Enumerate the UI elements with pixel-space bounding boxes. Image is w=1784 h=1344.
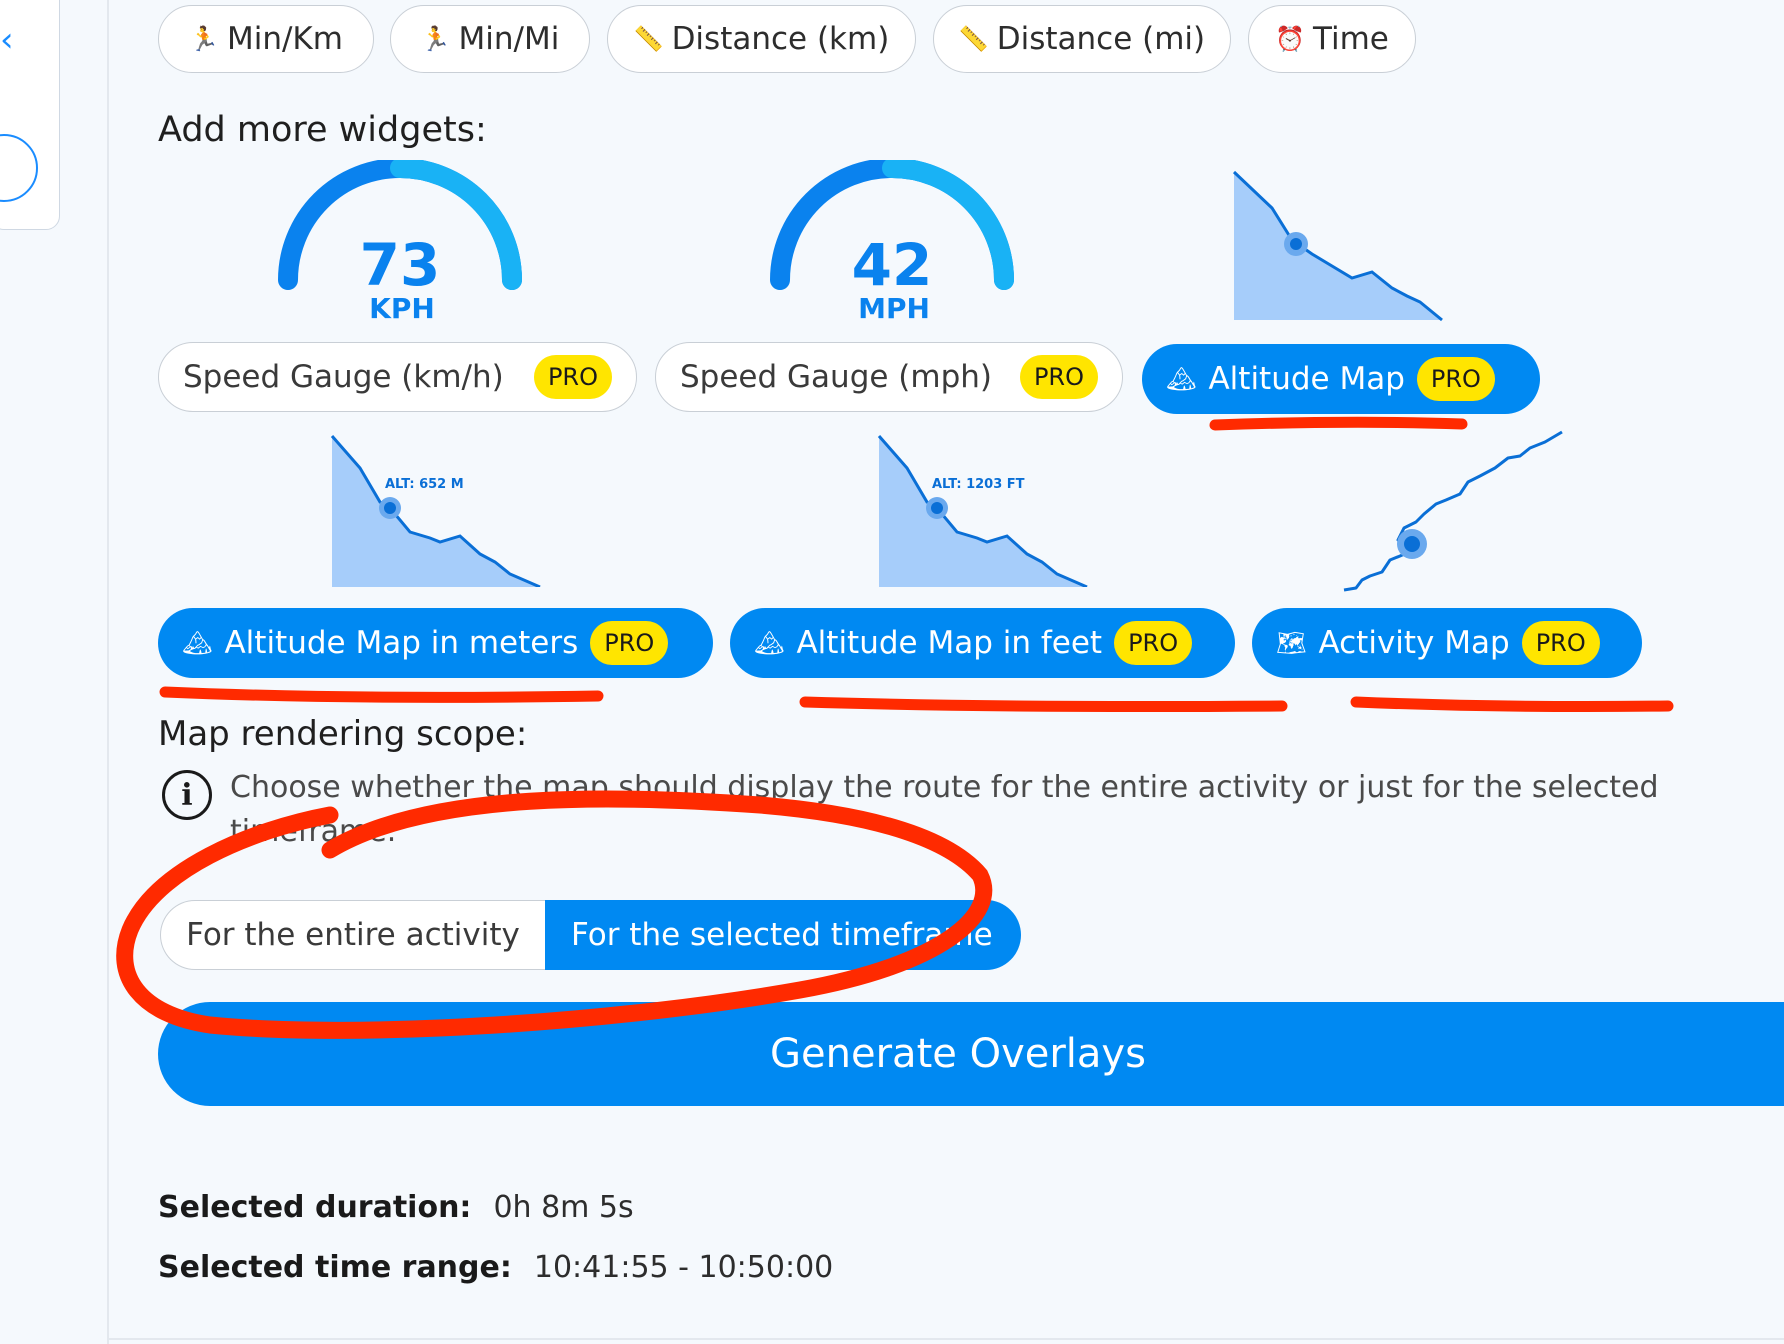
chip-label: Min/Km: [226, 21, 343, 57]
mountain-icon: 🏔: [754, 629, 785, 657]
underline-altitude-meters: [159, 686, 604, 703]
widget-label: Altitude Map: [1208, 361, 1405, 397]
map-scope-heading: Map rendering scope:: [158, 714, 528, 754]
activity-map-chip[interactable]: 🗺 Activity Map PRO: [1252, 608, 1642, 678]
altitude-readout: ALT: 1203 FT: [932, 477, 1025, 492]
widget-label: Speed Gauge (mph): [680, 359, 993, 395]
map-scope-description: Choose whether the map should display th…: [230, 770, 1659, 849]
pro-badge: PRO: [1416, 357, 1495, 401]
pro-badge: PRO: [533, 355, 612, 399]
chevron-left-icon[interactable]: ‹: [0, 20, 14, 60]
runner-icon: 🏃: [189, 25, 219, 53]
widget-label: Altitude Map in feet: [796, 625, 1103, 661]
chip-min-mi[interactable]: 🏃 Min/Mi: [390, 5, 590, 73]
ruler-icon: 📏: [958, 25, 989, 53]
pro-badge: PRO: [590, 621, 669, 665]
gauge-unit: KPH: [369, 292, 435, 325]
underline-activity-map: [1350, 696, 1674, 712]
mountain-icon: 🏔: [182, 629, 213, 657]
chip-distance-mi[interactable]: 📏 Distance (mi): [933, 5, 1231, 73]
altitude-feet-preview[interactable]: ALT: 1203 FT: [877, 432, 1097, 587]
alarm-clock-icon: ⏰: [1275, 25, 1305, 53]
speed-gauge-mph-preview[interactable]: 42 MPH: [762, 160, 1022, 330]
altitude-readout: ALT: 652 M: [385, 477, 464, 492]
pro-badge: PRO: [1114, 621, 1193, 665]
widget-label: Altitude Map in meters: [224, 625, 579, 661]
range-label: Selected time range:: [158, 1250, 512, 1285]
speed-gauge-mph-chip[interactable]: Speed Gauge (mph) PRO: [655, 342, 1123, 412]
duration-value: 0h 8m 5s: [493, 1190, 634, 1225]
content-divider: [107, 0, 109, 1344]
altitude-map-meters-chip[interactable]: 🏔 Altitude Map in meters PRO: [158, 608, 713, 678]
altitude-map-preview[interactable]: [1232, 168, 1452, 328]
ruler-icon: 📏: [633, 25, 664, 53]
duration-label: Selected duration:: [158, 1190, 472, 1225]
chip-distance-km[interactable]: 📏 Distance (km): [607, 5, 916, 73]
chip-label: Time: [1313, 21, 1389, 57]
altitude-map-feet-chip[interactable]: 🏔 Altitude Map in feet PRO: [730, 608, 1235, 678]
add-widgets-heading: Add more widgets:: [158, 110, 487, 150]
speed-gauge-kmh-preview[interactable]: 73 KPH: [270, 160, 530, 330]
info-icon: i: [162, 770, 212, 820]
chip-label: Distance (mi): [996, 21, 1206, 57]
pro-badge: PRO: [1521, 621, 1600, 665]
chip-label: Min/Mi: [458, 21, 560, 57]
speed-gauge-kmh-chip[interactable]: Speed Gauge (km/h) PRO: [158, 342, 637, 412]
underline-altitude-feet: [799, 696, 1288, 712]
activity-map-preview[interactable]: [1340, 428, 1570, 593]
gauge-unit: MPH: [858, 292, 930, 325]
widget-label: Activity Map: [1318, 625, 1510, 661]
chip-min-km[interactable]: 🏃 Min/Km: [158, 5, 374, 73]
bottom-divider: [107, 1338, 1784, 1340]
altitude-meters-preview[interactable]: ALT: 652 M: [330, 432, 550, 587]
mountain-icon: 🏔: [1166, 365, 1197, 393]
selected-range-row: Selected time range: 10:41:55 - 10:50:00: [158, 1250, 833, 1285]
chip-time[interactable]: ⏰ Time: [1248, 5, 1416, 73]
widget-label: Speed Gauge (km/h): [183, 359, 504, 395]
runner-icon: 🏃: [420, 25, 451, 53]
gauge-value: 42: [852, 231, 933, 299]
pro-badge: PRO: [1019, 355, 1098, 399]
map-icon: 🗺: [1276, 629, 1307, 657]
selected-duration-row: Selected duration: 0h 8m 5s: [158, 1190, 634, 1225]
scope-entire-activity-option[interactable]: For the entire activity: [160, 900, 545, 970]
chip-label: Distance (km): [671, 21, 890, 57]
altitude-map-chip[interactable]: 🏔 Altitude Map PRO: [1142, 344, 1540, 414]
scope-selected-timeframe-option[interactable]: For the selected timeframe: [545, 900, 1021, 970]
gauge-value: 73: [360, 231, 441, 299]
underline-altitude-map: [1209, 416, 1468, 431]
range-value: 10:41:55 - 10:50:00: [533, 1250, 834, 1285]
generate-overlays-button[interactable]: Generate Overlays: [158, 1002, 1784, 1106]
